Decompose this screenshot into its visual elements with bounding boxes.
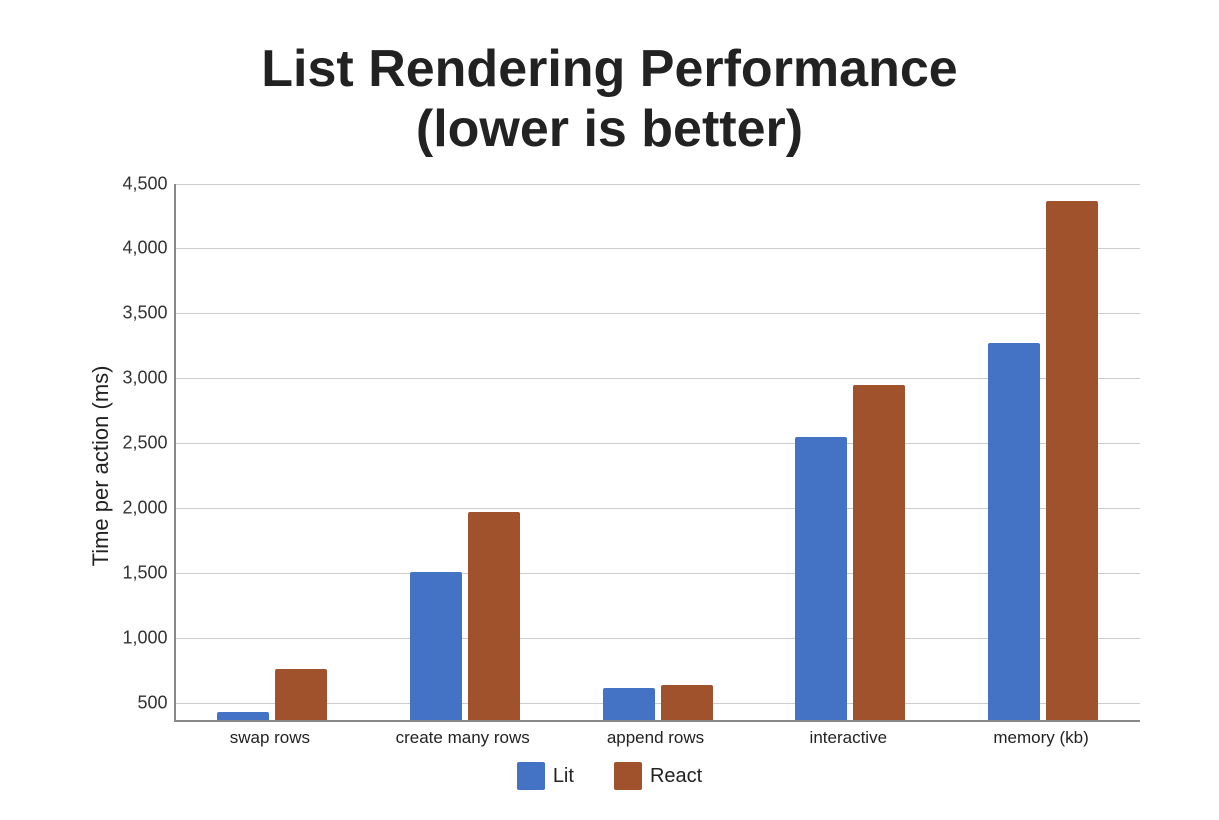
grid-and-bars: 4,5004,0003,5003,0002,5002,0001,5001,000… bbox=[174, 184, 1140, 722]
y-tick-label: 4,000 bbox=[122, 238, 167, 259]
y-tick-label: 3,500 bbox=[122, 303, 167, 324]
y-axis-label: Time per action (ms) bbox=[80, 184, 114, 748]
y-tick-label: 2,500 bbox=[122, 433, 167, 454]
y-tick-label: 1,000 bbox=[122, 627, 167, 648]
x-label: swap rows bbox=[174, 728, 367, 748]
chart-legend: Lit React bbox=[517, 762, 702, 790]
bar-react bbox=[661, 685, 713, 720]
grid-line bbox=[176, 184, 1140, 185]
bar-lit bbox=[988, 343, 1040, 719]
y-tick-label: 1,500 bbox=[122, 562, 167, 583]
legend-item: React bbox=[614, 762, 702, 790]
y-tick-label: 500 bbox=[137, 692, 167, 713]
grid-line bbox=[176, 313, 1140, 314]
bar-lit bbox=[795, 437, 847, 720]
x-label: memory (kb) bbox=[945, 728, 1138, 748]
legend-swatch bbox=[517, 762, 545, 790]
y-tick-label: 2,000 bbox=[122, 498, 167, 519]
bar-react bbox=[275, 669, 327, 720]
bar-react bbox=[468, 512, 520, 720]
chart-inner: 4,5004,0003,5003,0002,5002,0001,5001,000… bbox=[114, 184, 1140, 748]
bar-react bbox=[853, 385, 905, 720]
y-tick-label: 3,000 bbox=[122, 368, 167, 389]
legend-label: React bbox=[650, 765, 702, 788]
legend-item: Lit bbox=[517, 762, 574, 790]
legend-swatch bbox=[614, 762, 642, 790]
bar-lit bbox=[410, 572, 462, 720]
bar-lit bbox=[217, 712, 269, 720]
grid-line bbox=[176, 248, 1140, 249]
chart-title: List Rendering Performance (lower is bet… bbox=[261, 40, 957, 160]
x-labels: swap rowscreate many rowsappend rowsinte… bbox=[174, 728, 1140, 748]
chart-container: List Rendering Performance (lower is bet… bbox=[60, 20, 1160, 800]
x-label: interactive bbox=[752, 728, 945, 748]
x-label: append rows bbox=[559, 728, 752, 748]
bar-lit bbox=[603, 688, 655, 719]
legend-label: Lit bbox=[553, 765, 574, 788]
bar-react bbox=[1046, 201, 1098, 720]
y-tick-label: 4,500 bbox=[122, 173, 167, 194]
chart-area: Time per action (ms) 4,5004,0003,5003,00… bbox=[80, 184, 1140, 748]
x-label: create many rows bbox=[366, 728, 559, 748]
